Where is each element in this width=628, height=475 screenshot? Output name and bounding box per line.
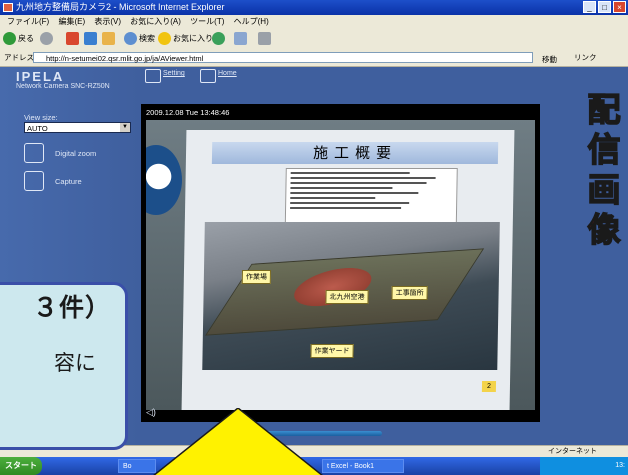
menu-file[interactable]: ファイル(F) [7, 17, 49, 26]
board-title: 施工概要 [211, 142, 499, 164]
setting-link[interactable]: Setting [163, 70, 185, 77]
back-label: 戻る [18, 34, 34, 43]
print-button[interactable] [258, 31, 271, 46]
forward-arrow-icon [40, 32, 53, 45]
favorites-label: お気に入り [173, 34, 213, 43]
refresh-icon [84, 32, 97, 45]
close-button[interactable]: × [613, 1, 626, 13]
home-button[interactable] [102, 31, 115, 46]
speech-bubble: ３件） 容に [0, 282, 128, 450]
links-button[interactable]: リンク [574, 50, 597, 66]
toolbar: 戻る 検索 お気に入り [0, 28, 628, 51]
callout-workplace: 作業場 [241, 270, 271, 284]
setting-icon[interactable] [145, 69, 161, 83]
capture-icon [24, 171, 44, 191]
search-button[interactable]: 検索 [124, 31, 155, 46]
home-icon[interactable] [200, 69, 216, 83]
system-tray: 13: [540, 457, 628, 475]
taskbar-item-excel[interactable]: t Excel - Book1 [322, 459, 404, 473]
refresh-button[interactable] [84, 31, 97, 46]
menu-help[interactable]: ヘルプ(H) [234, 17, 269, 26]
window-title: 九州地方整備局カメラ2 - Microsoft Internet Explore… [16, 2, 225, 12]
mail-icon [234, 32, 247, 45]
chevron-down-icon: ▼ [120, 123, 130, 132]
forward-button[interactable] [40, 31, 53, 46]
back-button[interactable]: 戻る [3, 31, 34, 46]
view-size-label: View size: [24, 113, 58, 122]
start-button[interactable]: スタート [0, 457, 42, 475]
menu-bar: ファイル(F) 編集(E) 表示(V) お気に入り(A) ツール(T) ヘルプ(… [0, 15, 628, 28]
vertical-title: 配 信 画 像 [584, 89, 624, 250]
board-page-number: 2 [481, 381, 497, 392]
callout-work-yard: 作業ヤード [310, 344, 354, 358]
star-icon [158, 32, 171, 45]
callout-construction-site: 工事箇所 [391, 286, 428, 300]
view-size-value: AUTO [27, 124, 48, 133]
vertical-title-char: 画 [587, 169, 622, 210]
title-bar: 九州地方整備局カメラ2 - Microsoft Internet Explore… [0, 0, 628, 15]
digital-zoom-button[interactable]: Digital zoom [24, 143, 144, 163]
address-input[interactable]: http://n-setumei02.qsr.mlit.go.jp/ja/AVi… [33, 52, 533, 63]
ie-icon [3, 3, 13, 12]
history-button[interactable] [212, 31, 225, 46]
history-icon [212, 32, 225, 45]
home-icon [102, 32, 115, 45]
clock: 13: [615, 462, 625, 469]
callout-airport: 北九州空港 [325, 290, 369, 304]
vertical-title-char: 配 [587, 89, 622, 130]
zoom-icon [24, 143, 44, 163]
video-view[interactable]: 2009.12.08 Tue 13:48:46 施工概要 作業場 北九州空港 工… [141, 104, 540, 436]
yellow-arrow-outline [153, 408, 323, 475]
menu-edit[interactable]: 編集(E) [58, 17, 85, 26]
print-icon [258, 32, 271, 45]
address-bar: アドレス(D) http://n-setumei02.qsr.mlit.go.j… [0, 50, 628, 67]
bubble-text-line2: 容に [54, 352, 96, 375]
stop-icon [66, 32, 79, 45]
video-timestamp: 2009.12.08 Tue 13:48:46 [146, 108, 230, 117]
mail-button[interactable] [234, 31, 247, 46]
globe-logo [146, 145, 182, 215]
view-size-select[interactable]: AUTO ▼ [24, 122, 131, 133]
camera-image: 施工概要 作業場 北九州空港 工事箇所 作業ヤード 2 [146, 120, 535, 410]
bubble-text-line1: ３件） [32, 294, 111, 322]
minimize-button[interactable]: _ [583, 1, 596, 13]
camera-model: Network Camera SNC-RZ50N [16, 83, 110, 90]
brand-logo: IPELA [16, 69, 65, 84]
home-link[interactable]: Home [218, 70, 237, 77]
maximize-button[interactable]: □ [598, 1, 611, 13]
menu-view[interactable]: 表示(V) [94, 17, 121, 26]
menu-tools[interactable]: ツール(T) [190, 17, 224, 26]
browser-window: 九州地方整備局カメラ2 - Microsoft Internet Explore… [0, 0, 628, 475]
stop-button[interactable] [66, 31, 79, 46]
go-button[interactable]: 移動 [542, 52, 557, 68]
search-icon [124, 32, 137, 45]
search-label: 検索 [139, 34, 155, 43]
vertical-title-char: 信 [587, 129, 622, 170]
vertical-title-char: 像 [587, 209, 622, 250]
presentation-board: 施工概要 作業場 北九州空港 工事箇所 作業ヤード 2 [181, 130, 515, 410]
menu-favorites[interactable]: お気に入り(A) [130, 17, 181, 26]
capture-button[interactable]: Capture [24, 171, 144, 191]
digital-zoom-label: Digital zoom [55, 149, 97, 158]
back-arrow-icon [3, 32, 16, 45]
favorites-button[interactable]: お気に入り [158, 31, 213, 46]
capture-label: Capture [55, 177, 82, 186]
